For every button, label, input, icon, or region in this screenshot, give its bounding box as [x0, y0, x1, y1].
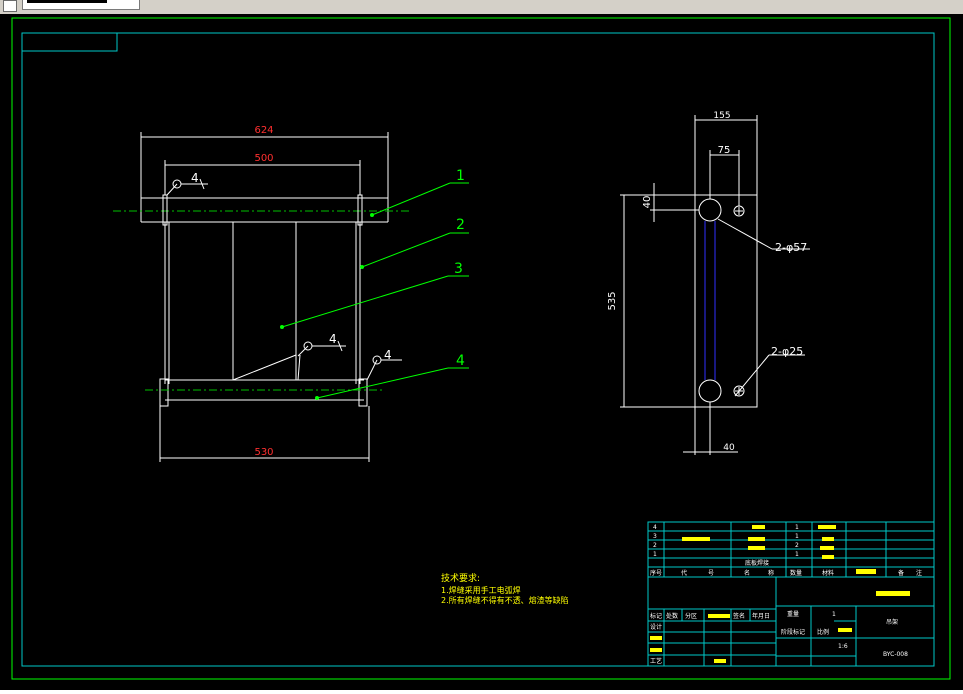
callout-3: 3	[454, 261, 463, 277]
weld-symbols	[166, 178, 402, 381]
header-code-a: 代	[681, 569, 687, 577]
label-craft: 工艺	[650, 657, 662, 665]
header-code-b: 号	[708, 570, 714, 577]
label-zone: 分区	[685, 612, 697, 620]
header-qty: 数量	[790, 569, 802, 577]
header-name-b: 称	[768, 569, 774, 577]
bom-qty-1: 1	[795, 551, 799, 558]
header-note-b: 注	[916, 569, 922, 577]
dim-height: 535	[607, 291, 618, 310]
large-holes-label: 2-φ57	[775, 241, 807, 254]
part-name: 吊架	[886, 618, 898, 626]
bom-no-2: 2	[653, 542, 657, 549]
label-mark: 标记	[650, 612, 662, 620]
bom-no-3: 3	[653, 533, 657, 540]
label-date: 年月日	[752, 612, 770, 620]
bom-qty-3: 1	[795, 533, 799, 540]
dim-hole-offset: 75	[718, 145, 731, 156]
label-design: 设计	[650, 623, 662, 631]
header-name-a: 名	[744, 569, 750, 577]
dim-top-offset: 40	[642, 196, 653, 209]
weld-size-3: 4	[384, 348, 392, 362]
bom-no-1: 1	[653, 551, 657, 558]
bom-qty-2: 2	[795, 542, 799, 549]
label-sign: 签名	[733, 612, 745, 620]
sheet-border	[11, 17, 951, 680]
side-view	[694, 194, 758, 408]
weld-size-2: 4	[329, 332, 337, 346]
technical-requirements: 技术要求: 1.焊缝采用手工电弧焊 2.所有焊缝不得有不透、熔渣等缺陷	[441, 572, 569, 605]
weight-value: 1	[832, 611, 836, 618]
bom-rows: 4 3 2 1 1 1 2 1 底板焊接	[653, 524, 799, 567]
bom-qty-4: 1	[795, 524, 799, 531]
header-note-a: 备	[898, 569, 904, 577]
layer-combo-value	[27, 0, 107, 3]
tech-note-1: 1.焊缝采用手工电弧焊	[441, 585, 521, 595]
cad-toolbar	[0, 0, 963, 14]
callout-2: 2	[456, 217, 465, 233]
weld-size-1: 4	[191, 171, 199, 185]
bom-name-1: 底板焊接	[745, 559, 769, 567]
front-dimensions	[140, 132, 389, 462]
bom-no-4: 4	[653, 524, 657, 531]
callout-leaders	[281, 182, 469, 399]
header-seq: 序号	[650, 569, 662, 577]
label-count: 处数	[666, 612, 678, 620]
bom-highlights	[650, 525, 910, 663]
label-scale: 比例	[817, 628, 829, 636]
reverse-number-box	[21, 32, 118, 52]
drawing-canvas[interactable]: 624 500 530 4 4 4 1 2 3 4 155 75 40 535 …	[0, 14, 963, 690]
callout-1: 1	[456, 168, 465, 184]
dim-side-width: 155	[713, 111, 730, 121]
dim-inner-width: 500	[254, 153, 273, 164]
label-stage-mark: 阶段标记	[781, 628, 805, 636]
dim-bottom-width: 530	[254, 447, 273, 458]
header-material: 材料	[822, 569, 834, 577]
scale-value: 1:6	[838, 643, 848, 650]
tech-note-2: 2.所有焊缝不得有不透、熔渣等缺陷	[441, 595, 569, 605]
drawing-svg: 624 500 530 4 4 4 1 2 3 4 155 75 40 535 …	[11, 17, 951, 680]
layer-combo[interactable]	[22, 0, 140, 10]
drawing-file-icon[interactable]	[3, 0, 17, 12]
tech-notes-title: 技术要求:	[441, 572, 480, 584]
dim-bottom-offset: 40	[723, 443, 735, 453]
small-holes-label: 2-φ25	[771, 345, 803, 358]
label-weight: 重量	[787, 610, 799, 618]
drawing-number: BYC-008	[883, 651, 908, 658]
callout-4: 4	[456, 353, 465, 369]
dim-overall-width: 624	[254, 125, 273, 136]
